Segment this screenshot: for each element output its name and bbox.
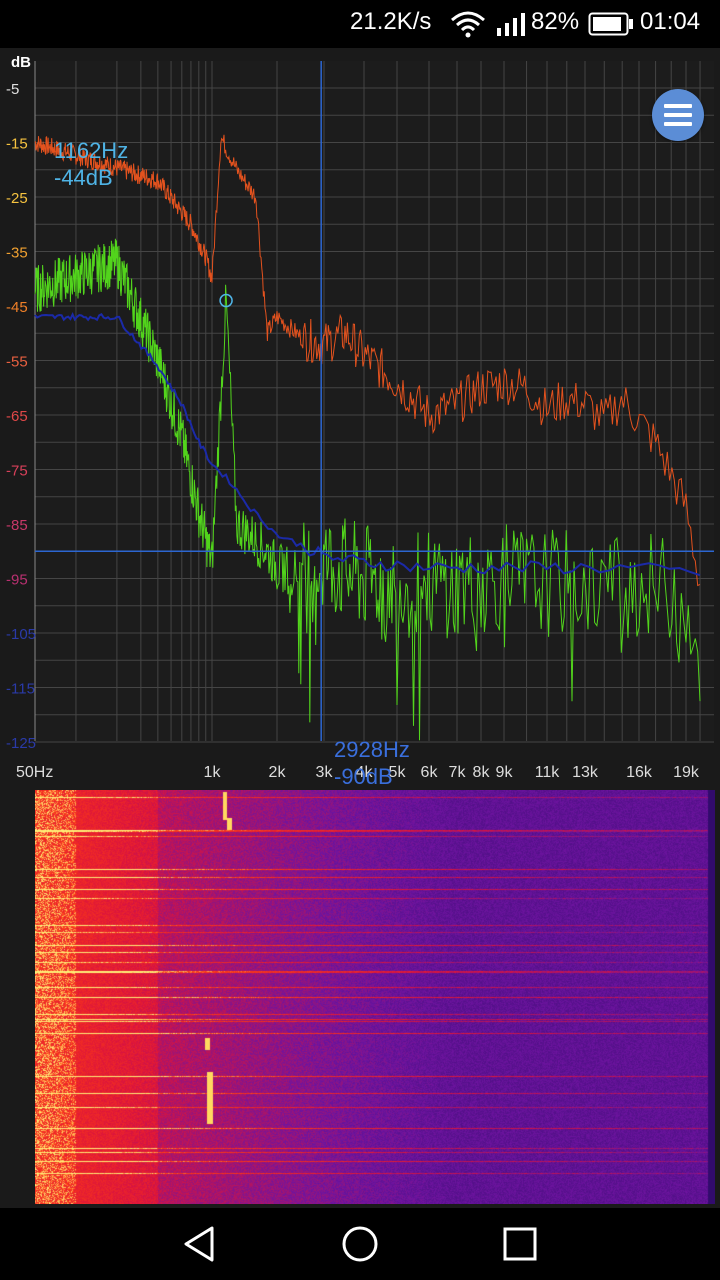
y-tick-label: -115 (6, 681, 35, 698)
y-tick-label: -45 (6, 299, 28, 316)
peak-readout: 1162Hz -44dB (54, 137, 128, 191)
x-tick-label: 1k (204, 764, 222, 781)
x-tick-label: 2k (269, 764, 287, 781)
menu-icon (664, 104, 692, 126)
home-icon (342, 1226, 378, 1262)
recents-button[interactable] (500, 1224, 540, 1264)
plot-area (35, 61, 714, 741)
cursor-level: -90dB (334, 764, 393, 789)
x-tick-label: 19k (673, 764, 700, 781)
y-tick-label: -25 (6, 190, 28, 207)
cursor-readout: 2928Hz -90dB (334, 736, 410, 790)
x-tick-label: 6k (421, 764, 439, 781)
y-tick-label: -75 (6, 463, 28, 480)
y-tick-label: -35 (6, 245, 28, 262)
y-tick-label: -15 (6, 136, 28, 153)
y-tick-label: -5 (6, 81, 19, 98)
peak-frequency: 1162Hz (54, 138, 129, 163)
x-tick-label: 13k (572, 764, 599, 781)
wifi-icon (450, 10, 486, 43)
x-tick-label: 11k (535, 764, 561, 781)
menu-button[interactable] (652, 89, 704, 141)
spectrogram-canvas (35, 790, 715, 1204)
home-button[interactable] (340, 1224, 380, 1264)
x-tick-label: 16k (626, 764, 653, 781)
network-speed: 21.2K/s (350, 8, 432, 35)
spectrogram[interactable] (0, 788, 720, 1208)
back-button[interactable] (180, 1224, 220, 1264)
y-unit-label: dB (11, 54, 31, 71)
y-tick-label: -125 (6, 735, 36, 752)
battery-percent: 82% (531, 8, 580, 35)
signal-icon (496, 12, 526, 41)
peak-level: -44dB (54, 165, 113, 190)
navigation-bar (0, 1208, 720, 1280)
recents-icon (503, 1227, 537, 1261)
x-tick-label: 7k (449, 764, 467, 781)
y-tick-label: -55 (6, 354, 28, 371)
x-tick-label: 3k (316, 764, 334, 781)
x-tick-label: 50Hz (16, 764, 53, 781)
y-tick-label: -85 (6, 517, 28, 534)
y-tick-label: -105 (6, 626, 36, 643)
y-tick-label: -95 (6, 572, 28, 589)
y-tick-label: -65 (6, 408, 28, 425)
clock: 01:04 (640, 8, 701, 35)
battery-icon (588, 12, 634, 41)
back-icon (184, 1226, 214, 1262)
status-bar: 21.2K/s 82% 01:04 (0, 0, 720, 48)
spectrum-analyzer[interactable]: dB -5 -15 -25 -35 -45 -55 -65 -75 -85 -95 -105 -115 -… (0, 48, 720, 790)
x-tick-label: 9k (496, 764, 514, 781)
cursor-frequency: 2928Hz (334, 737, 410, 762)
x-tick-label: 8k (473, 764, 491, 781)
